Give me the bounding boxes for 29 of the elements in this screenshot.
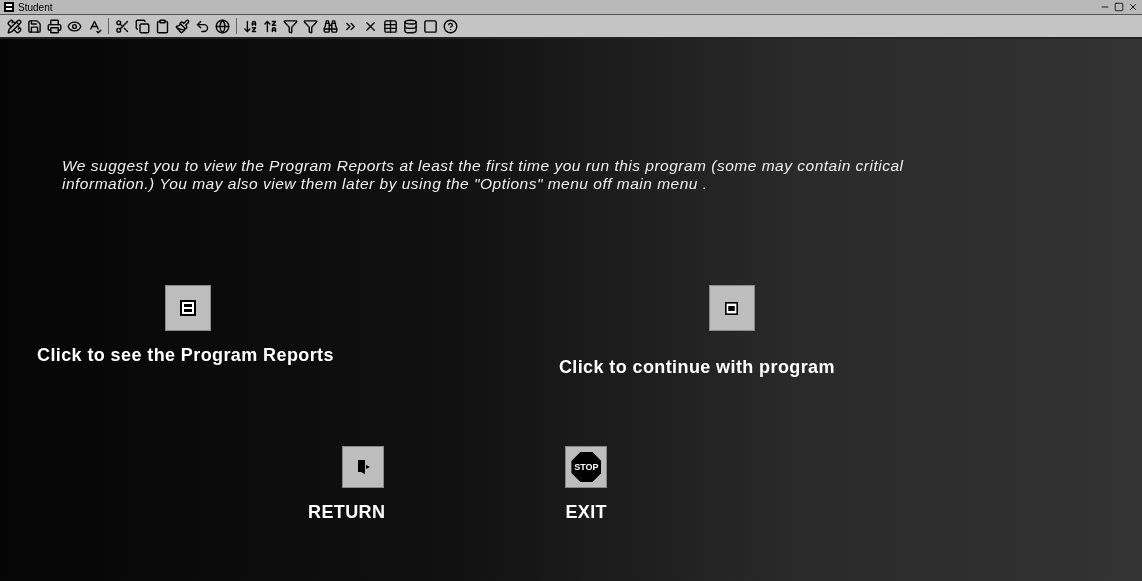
form-icon: [180, 300, 196, 316]
exit-button[interactable]: STOP: [565, 446, 608, 488]
button-label: EXIT: [565, 502, 607, 523]
close-icon[interactable]: [1128, 2, 1138, 12]
form-icon: [4, 2, 14, 12]
button-label: RETURN: [308, 502, 386, 523]
action-label: Click to see the Program Reports: [37, 345, 334, 366]
action-label: Click to continue with program: [558, 357, 835, 378]
database-window-icon[interactable]: [402, 17, 419, 35]
save-icon[interactable]: [26, 17, 43, 35]
paste-icon[interactable]: [154, 17, 171, 35]
help-icon[interactable]: [442, 17, 459, 35]
cut-icon[interactable]: [114, 17, 131, 35]
globe-icon[interactable]: [214, 17, 231, 35]
print-icon[interactable]: [46, 17, 63, 35]
form-button[interactable]: [165, 285, 211, 331]
filter-by-selection-icon[interactable]: [282, 17, 299, 35]
return-button[interactable]: [342, 446, 384, 488]
format-painter-icon[interactable]: [174, 17, 191, 35]
instruction-text: We suggest you to view the Program Reports at least the first time you run this program (some may contain critical information.) You may also view them later by using the "Options" menu off main menu .: [62, 157, 905, 193]
form-icon: [725, 301, 739, 315]
copy-icon[interactable]: [134, 17, 151, 35]
filter-icon[interactable]: [302, 17, 319, 35]
restore-icon[interactable]: [1114, 2, 1124, 12]
window-title: Student: [18, 1, 54, 13]
stop-sign-icon: STOP: [571, 452, 602, 482]
find-icon[interactable]: [322, 17, 339, 35]
form-button[interactable]: [708, 285, 755, 331]
door-icon: [355, 459, 371, 475]
